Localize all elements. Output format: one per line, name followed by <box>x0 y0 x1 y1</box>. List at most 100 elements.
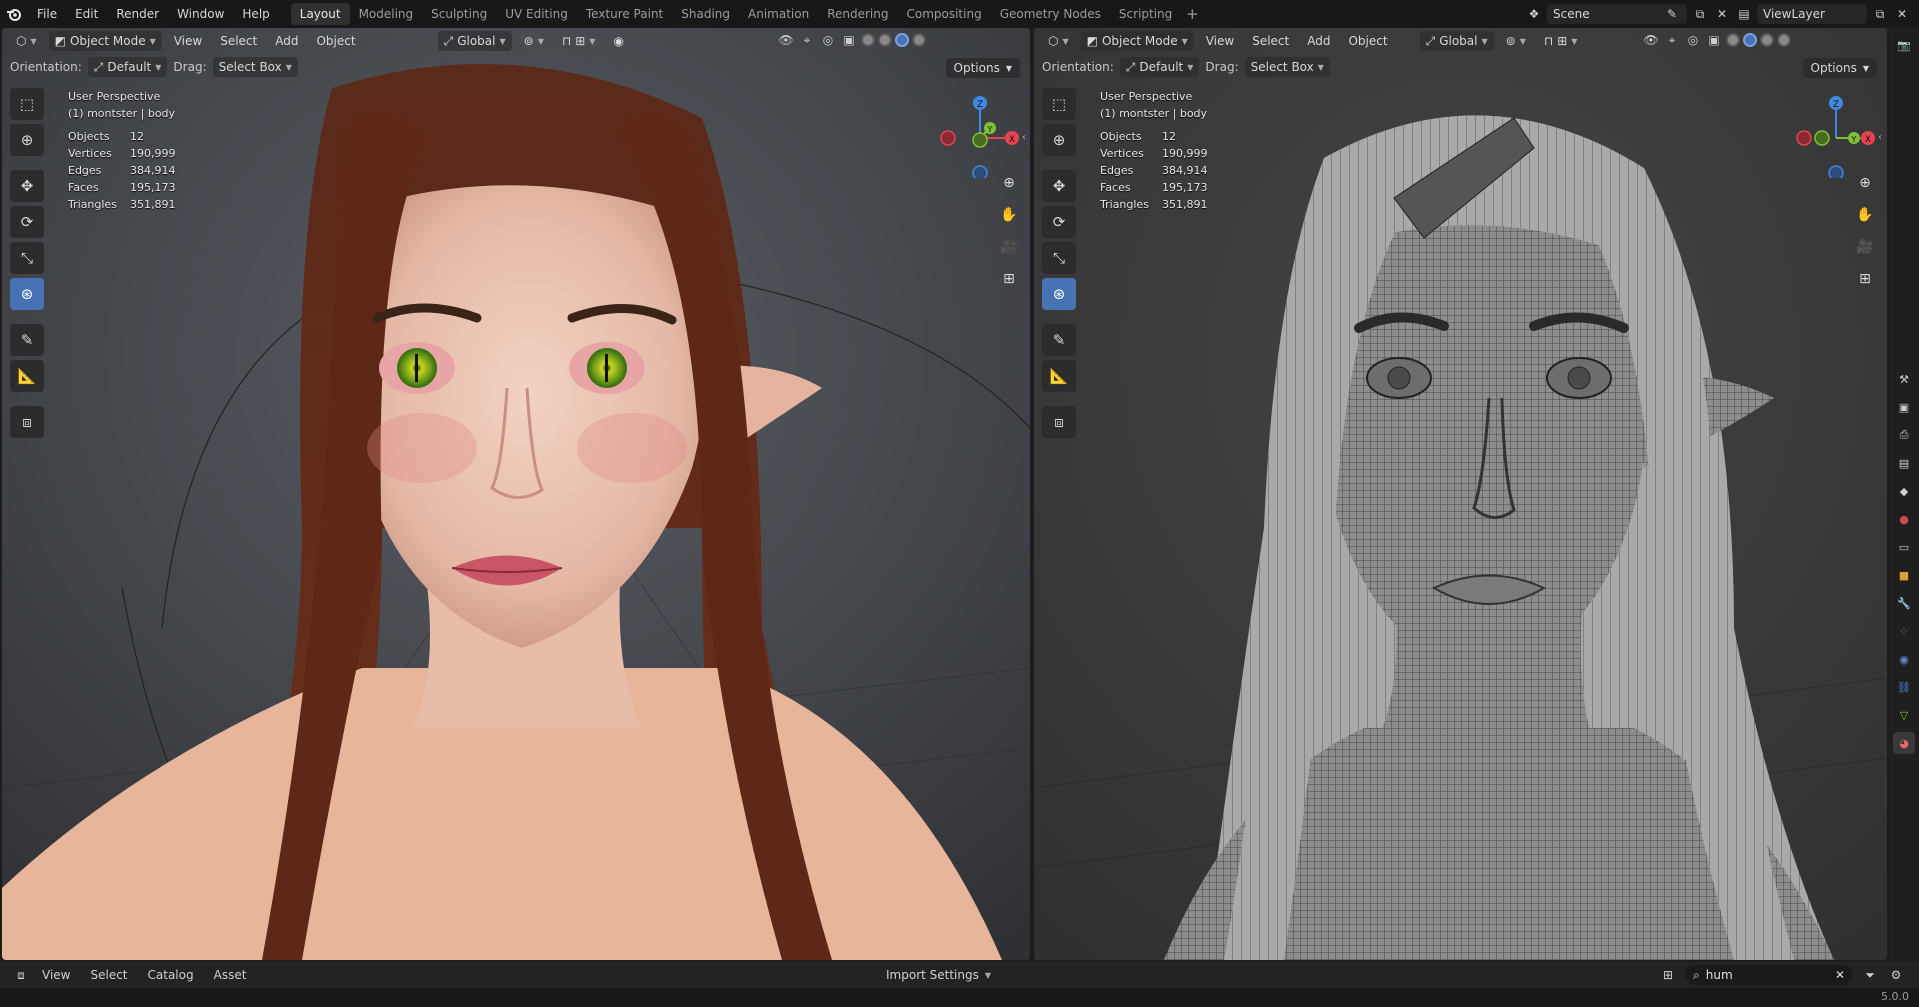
asset-menu-select[interactable]: Select <box>82 968 135 982</box>
asset-menu-asset[interactable]: Asset <box>206 968 255 982</box>
add-cube-tool[interactable]: ⧈ <box>1042 406 1076 438</box>
move-tool[interactable]: ✥ <box>10 170 44 202</box>
menu-view[interactable]: View <box>168 31 208 51</box>
pivot-dropdown[interactable]: ⊚ ▼ <box>1500 31 1532 51</box>
tab-geometry-nodes[interactable]: Geometry Nodes <box>991 3 1110 25</box>
shading-material[interactable] <box>1760 33 1774 47</box>
new-scene-icon[interactable]: ⧉ <box>1691 5 1709 23</box>
scene-properties-icon[interactable]: ◆ <box>1893 480 1915 502</box>
zoom-icon[interactable]: ⊕ <box>1852 170 1878 196</box>
menu-add[interactable]: Add <box>1301 31 1336 51</box>
menu-select[interactable]: Select <box>214 31 263 51</box>
sidebar-collapse-icon[interactable]: ‹ <box>1022 132 1026 143</box>
menu-object[interactable]: Object <box>1342 31 1393 51</box>
shading-solid[interactable] <box>1743 33 1757 47</box>
delete-scene-icon[interactable]: ✕ <box>1713 5 1731 23</box>
mode-dropdown[interactable]: ◩ Object Mode ▼ <box>48 31 162 51</box>
zoom-icon[interactable]: ⊕ <box>996 170 1022 196</box>
scale-tool[interactable]: ⤡ <box>10 242 44 274</box>
tab-modeling[interactable]: Modeling <box>350 3 423 25</box>
axis-neg-x-icon[interactable] <box>940 130 956 146</box>
editor-type-button[interactable]: ⬡ ▼ <box>1042 31 1075 51</box>
viewport-right[interactable]: ⬡ ▼ ◩ Object Mode ▼ View Select Add Object … <box>1034 28 1887 960</box>
tab-uv-editing[interactable]: UV Editing <box>496 3 577 25</box>
tab-sculpting[interactable]: Sculpting <box>422 3 496 25</box>
menu-help[interactable]: Help <box>233 0 278 28</box>
scale-tool[interactable]: ⤡ <box>1042 242 1076 274</box>
tab-layout[interactable]: Layout <box>290 3 350 25</box>
collection-properties-icon[interactable]: ▭ <box>1893 536 1915 558</box>
menu-file[interactable]: File <box>28 0 66 28</box>
ortho-grid-icon[interactable]: ⊞ <box>1852 266 1878 292</box>
modifier-properties-icon[interactable]: 🔧 <box>1893 592 1915 614</box>
rotate-tool[interactable]: ⟳ <box>10 206 44 238</box>
cursor-tool[interactable]: ⊕ <box>1042 124 1076 156</box>
editor-type-button[interactable]: ⬡ ▼ <box>10 31 43 51</box>
asset-browser-editor-icon[interactable]: ⧈ <box>12 966 30 984</box>
object-properties-icon[interactable]: ■ <box>1893 564 1915 586</box>
menu-edit[interactable]: Edit <box>66 0 107 28</box>
select-box-tool[interactable]: ⬚ <box>10 88 44 120</box>
tool-settings-icon[interactable]: ⚒ <box>1893 368 1915 390</box>
measure-tool[interactable]: 📐 <box>10 360 44 392</box>
gizmo-toggle-icon[interactable]: ⌖ <box>1663 31 1681 49</box>
menu-select[interactable]: Select <box>1246 31 1295 51</box>
menu-view[interactable]: View <box>1200 31 1240 51</box>
menu-object[interactable]: Object <box>310 31 361 51</box>
overlay-toggle-icon[interactable]: ◎ <box>819 31 837 49</box>
transform-orientation-dropdown[interactable]: ⤢ Global ▼ <box>1419 31 1494 51</box>
world-properties-icon[interactable]: ● <box>1893 508 1915 530</box>
axis-neg-z-icon[interactable] <box>972 165 988 178</box>
asset-menu-catalog[interactable]: Catalog <box>140 968 202 982</box>
filter-icon[interactable]: ⏷ <box>1861 966 1879 984</box>
camera-render-icon[interactable]: 📷 <box>1893 34 1915 56</box>
shading-wireframe[interactable] <box>1726 33 1740 47</box>
pivot-dropdown[interactable]: ⊚ ▼ <box>518 31 550 51</box>
viewport-left[interactable]: ⬡ ▼ ◩ Object Mode ▼ View Select Add Object … <box>2 28 1030 960</box>
shading-rendered[interactable] <box>912 33 926 47</box>
shading-rendered[interactable] <box>1777 33 1791 47</box>
view-layer-icon[interactable]: ▤ <box>1735 5 1753 23</box>
import-settings-dropdown[interactable]: Import Settings ▼ <box>878 965 999 985</box>
visibility-icon[interactable]: 👁 <box>1642 31 1660 49</box>
annotate-tool[interactable]: ✎ <box>1042 324 1076 356</box>
orientation-dropdown[interactable]: ⤢ Default ▼ <box>1119 57 1200 77</box>
tab-animation[interactable]: Animation <box>739 3 818 25</box>
tab-rendering[interactable]: Rendering <box>818 3 897 25</box>
transform-tool[interactable]: ⊛ <box>10 278 44 310</box>
pan-hand-icon[interactable]: ✋ <box>1852 202 1878 228</box>
delete-view-layer-icon[interactable]: ✕ <box>1893 5 1911 23</box>
menu-add[interactable]: Add <box>269 31 304 51</box>
scene-selector[interactable]: Scene ✎ <box>1547 4 1687 24</box>
axis-neg-y-icon[interactable] <box>1814 130 1830 146</box>
tab-scripting[interactable]: Scripting <box>1110 3 1181 25</box>
output-properties-icon[interactable]: ⎙ <box>1893 424 1915 446</box>
proportional-edit-toggle[interactable]: ◉ <box>607 31 629 51</box>
tab-shading[interactable]: Shading <box>672 3 739 25</box>
pan-hand-icon[interactable]: ✋ <box>996 202 1022 228</box>
visibility-icon[interactable]: 👁 <box>777 31 795 49</box>
orientation-dropdown[interactable]: ⤢ Default ▼ <box>87 57 168 77</box>
options-dropdown[interactable]: Options ▼ <box>1802 58 1877 78</box>
xray-toggle-icon[interactable]: ▣ <box>1705 31 1723 49</box>
axis-neg-y-icon[interactable] <box>972 132 988 148</box>
xray-toggle-icon[interactable]: ▣ <box>840 31 858 49</box>
shading-wireframe[interactable] <box>861 33 875 47</box>
cursor-tool[interactable]: ⊕ <box>10 124 44 156</box>
view-layer-selector[interactable]: ViewLayer <box>1757 4 1867 24</box>
rotate-tool[interactable]: ⟳ <box>1042 206 1076 238</box>
add-cube-tool[interactable]: ⧈ <box>10 406 44 438</box>
annotate-tool[interactable]: ✎ <box>10 324 44 356</box>
snap-toggle[interactable]: ⊓ ⊞ ▼ <box>1538 31 1584 51</box>
settings-gear-icon[interactable]: ⚙ <box>1887 966 1905 984</box>
axis-neg-x-icon[interactable] <box>1796 130 1812 146</box>
constraints-properties-icon[interactable]: ⛓ <box>1893 676 1915 698</box>
ortho-grid-icon[interactable]: ⊞ <box>996 266 1022 292</box>
axis-neg-z-icon[interactable] <box>1828 165 1844 178</box>
move-tool[interactable]: ✥ <box>1042 170 1076 202</box>
drag-dropdown[interactable]: Select Box ▼ <box>212 57 298 77</box>
drag-dropdown[interactable]: Select Box ▼ <box>1244 57 1330 77</box>
tab-texture-paint[interactable]: Texture Paint <box>577 3 672 25</box>
measure-tool[interactable]: 📐 <box>1042 360 1076 392</box>
asset-search-box[interactable]: ⌕ ✕ <box>1685 965 1853 985</box>
